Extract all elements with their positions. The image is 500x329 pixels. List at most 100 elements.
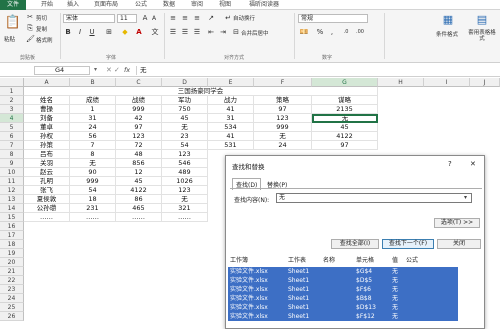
result-row[interactable]: 实验文件.xlsx Sheet1 $F$12 无 <box>228 312 458 321</box>
grid-cell[interactable]: 999 <box>70 177 116 186</box>
grid-cell[interactable]: 90 <box>70 168 116 177</box>
row-header[interactable]: 18 <box>0 240 24 249</box>
align-right-icon[interactable]: ☰ <box>192 28 202 37</box>
currency-icon[interactable]: 💴 <box>298 28 310 37</box>
grid-cell[interactable]: 489 <box>162 168 208 177</box>
row-header[interactable]: 25 <box>0 303 24 312</box>
column-header-f[interactable]: F <box>254 78 312 87</box>
grid-cell[interactable]: 999 <box>254 123 312 132</box>
grid-cell[interactable]: 23 <box>162 132 208 141</box>
grid-cell[interactable]: 12 <box>116 168 162 177</box>
row-header[interactable]: 5 <box>0 123 24 132</box>
grid-cell[interactable]: 无 <box>162 195 208 204</box>
sheet-title-cell[interactable]: 三国扬豪同学会 <box>24 87 378 96</box>
grid-cell[interactable]: 54 <box>162 141 208 150</box>
result-row[interactable]: 实验文件.xlsx Sheet1 $D$5 无 <box>228 276 458 285</box>
grid-cell[interactable]: 孙权 <box>24 132 70 141</box>
tab-file[interactable]: 文件 <box>0 0 26 10</box>
grid-cell[interactable]: 24 <box>70 123 116 132</box>
comma-button[interactable]: , <box>328 28 336 37</box>
grid-cell[interactable]: 曹操 <box>24 105 70 114</box>
options-button[interactable]: 选项(T) >> <box>434 218 480 228</box>
grid-cell[interactable]: 董卓 <box>24 123 70 132</box>
cancel-icon[interactable]: ✕ <box>106 66 112 75</box>
orientation-icon[interactable]: ↗ <box>206 14 216 23</box>
result-header-workbook[interactable]: 工作簿 <box>230 255 248 264</box>
conditional-format-icon[interactable]: ▦ <box>440 13 456 27</box>
dialog-close-button[interactable]: 关闭 <box>437 239 481 249</box>
column-header-e[interactable]: E <box>208 78 254 87</box>
tab-home[interactable]: 开始 <box>36 0 58 10</box>
header-cell[interactable]: 姓名 <box>24 96 70 105</box>
grid-cell[interactable]: 7 <box>70 141 116 150</box>
fill-color-icon[interactable]: ◆ <box>120 28 130 37</box>
header-cell[interactable]: 战绩 <box>116 96 162 105</box>
grid-cell[interactable]: 97 <box>312 141 378 150</box>
result-row[interactable]: 实验文件.xlsx Sheet1 $G$4 无 <box>228 267 458 276</box>
row-header[interactable]: 13 <box>0 195 24 204</box>
row-header[interactable]: 14 <box>0 204 24 213</box>
grid-cell[interactable]: 750 <box>162 105 208 114</box>
grid-cell[interactable]: 2135 <box>312 105 378 114</box>
grid-cell[interactable]: 31 <box>70 114 116 123</box>
grid-cell[interactable]: 24 <box>254 141 312 150</box>
bold-button[interactable]: B <box>64 28 72 37</box>
column-header-h[interactable]: H <box>378 78 424 87</box>
grid-cell[interactable]: 54 <box>70 186 116 195</box>
decrease-decimal-icon[interactable]: .00 <box>354 28 366 37</box>
insert-function-icon[interactable]: fx <box>124 66 134 75</box>
formula-input[interactable]: 无 <box>136 66 498 75</box>
grid-cell[interactable]: …… <box>116 213 162 222</box>
grid-cell[interactable]: 534 <box>208 123 254 132</box>
find-history-dropdown-icon[interactable]: ▾ <box>464 194 471 202</box>
dialog-close-icon[interactable]: ✕ <box>470 160 476 168</box>
border-icon[interactable]: ⊞ <box>104 28 114 37</box>
result-header-cell[interactable]: 单元格 <box>356 255 374 264</box>
find-all-button[interactable]: 查找全部(I) <box>331 239 379 249</box>
grid-cell[interactable]: 刘备 <box>24 114 70 123</box>
grid-cell[interactable]: 72 <box>116 141 162 150</box>
column-header-b[interactable]: B <box>70 78 116 87</box>
result-header-sheet[interactable]: 工作表 <box>288 255 306 264</box>
grid-cell[interactable]: 1 <box>70 105 116 114</box>
grid-cell[interactable]: 56 <box>70 132 116 141</box>
cut-button[interactable]: 剪切 <box>36 14 47 22</box>
tab-formulas[interactable]: 公式 <box>130 0 152 10</box>
align-middle-icon[interactable]: ≡ <box>180 14 190 23</box>
grid-cell[interactable]: 41 <box>208 105 254 114</box>
grid-cell[interactable]: 公孙瓒 <box>24 204 70 213</box>
grid-cell[interactable]: 孔明 <box>24 177 70 186</box>
grid-cell[interactable]: 321 <box>162 204 208 213</box>
table-format-icon[interactable]: ▤ <box>474 13 490 27</box>
row-header[interactable]: 23 <box>0 285 24 294</box>
paste-button[interactable]: 粘贴 <box>4 35 15 43</box>
result-row[interactable]: 实验文件.xlsx Sheet1 $F$6 无 <box>228 285 458 294</box>
result-row[interactable]: 实验文件.xlsx Sheet1 $B$8 无 <box>228 294 458 303</box>
align-center-icon[interactable]: ☰ <box>180 28 190 37</box>
wrap-text-button[interactable]: 自动换行 <box>233 14 255 22</box>
grid-cell[interactable]: 48 <box>116 150 162 159</box>
grid-cell[interactable]: 97 <box>254 105 312 114</box>
grid-cell[interactable]: 41 <box>208 132 254 141</box>
find-next-button[interactable]: 查找下一个(F) <box>382 239 434 249</box>
grid-cell[interactable]: 123 <box>162 150 208 159</box>
grid-cell[interactable]: 123 <box>162 186 208 195</box>
grid-cell[interactable]: 546 <box>162 159 208 168</box>
align-bottom-icon[interactable]: ≡ <box>192 14 202 23</box>
number-format-select[interactable]: 常规 <box>298 14 368 23</box>
row-header[interactable]: 22 <box>0 276 24 285</box>
grid-cell[interactable]: 4122 <box>116 186 162 195</box>
grid-cell[interactable]: 31 <box>208 114 254 123</box>
row-header[interactable]: 8 <box>0 150 24 159</box>
grid-cell[interactable]: 无 <box>162 123 208 132</box>
underline-button[interactable]: U <box>88 28 96 37</box>
help-button[interactable]: ? <box>448 160 452 168</box>
font-name-select[interactable]: 宋体 <box>63 14 115 23</box>
row-header[interactable]: 20 <box>0 258 24 267</box>
column-header-a[interactable]: A <box>24 78 70 87</box>
row-header[interactable]: 4 <box>0 114 24 123</box>
grid-cell[interactable]: 18 <box>70 195 116 204</box>
result-header-name[interactable]: 名称 <box>323 255 335 264</box>
header-cell[interactable]: 战力 <box>208 96 254 105</box>
grid-cell[interactable]: 张飞 <box>24 186 70 195</box>
